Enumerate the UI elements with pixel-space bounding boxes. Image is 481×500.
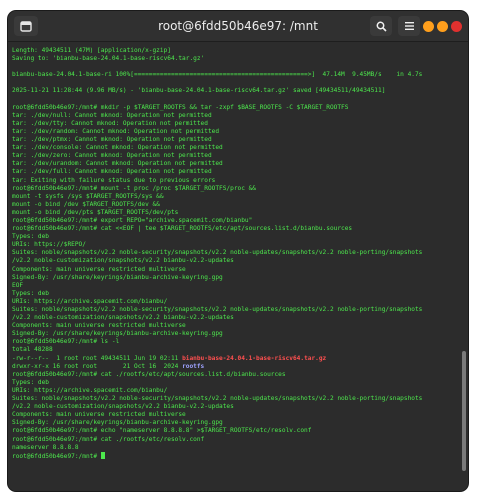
search-button[interactable] — [370, 16, 392, 36]
terminal-line: tar: ./dev/ptmx: Cannot mknod: Operation… — [12, 136, 212, 144]
terminal-line: Components: main universe restricted mul… — [12, 322, 186, 330]
title-bar[interactable]: root@6fdd50b46e97: /mnt — [8, 11, 468, 42]
terminal-line: tar: Exiting with failure status due to … — [12, 176, 216, 184]
minimize-button[interactable] — [423, 21, 434, 32]
terminal-window: root@6fdd50b46e97: /mnt Length: 49434511… — [8, 11, 468, 491]
terminal-line: Suites: noble/snapshots/v2.2 noble-secur… — [12, 249, 423, 257]
new-tab-icon — [20, 20, 32, 32]
terminal-line: tar: ./dev/full: Cannot mknod: Operation… — [12, 168, 212, 176]
prompt-line[interactable]: root@6fdd50b46e97:/mnt# — [12, 451, 458, 460]
terminal-line: mount -t sysfs /sys $TARGET_ROOTFS/sys &… — [12, 192, 164, 200]
terminal-line: Signed-By: /usr/share/keyrings/bianbu-ar… — [12, 273, 223, 281]
terminal-line: tar: ./dev/console: Cannot mknod: Operat… — [12, 144, 223, 152]
terminal-line: Length: 49434511 (47M) [application/x-gz… — [12, 47, 171, 54]
terminal-line: 2025-11-21 11:28:44 (9.96 MB/s) - 'bianb… — [12, 87, 386, 95]
hamburger-menu-icon — [404, 22, 414, 30]
terminal-line: Suites: noble/snapshots/v2.2 noble-secur… — [12, 306, 423, 313]
terminal-line: root@6fdd50b46e97:/mnt# cat <<EOF | tee … — [12, 225, 353, 233]
ls-row-filename: bianbu-base-24.04.1-base-riscv64.tar.gz — [182, 354, 327, 362]
terminal-line: root@6fdd50b46e97:/mnt# export REPO="arc… — [12, 216, 253, 224]
terminal-line: tar: ./dev/random: Cannot mknod: Operati… — [12, 127, 220, 135]
terminal-line: Components: main universe restricted mul… — [12, 411, 186, 419]
terminal-line: root@6fdd50b46e97:/mnt# cat ./rootfs/etc… — [12, 435, 205, 443]
text-cursor — [100, 451, 105, 459]
terminal-line: tar: ./dev/tty: Cannot mknod: Operation … — [12, 119, 208, 127]
terminal-line: Saving to: 'bianbu-base-24.04.1-base-ris… — [12, 55, 205, 63]
terminal-line: /v2.2 noble-customization/snapshots/v2.2… — [12, 314, 234, 322]
ls-row: -rw-r--r-- 1 root root 49434511 Jun 19 0… — [12, 355, 458, 363]
terminal-output[interactable]: Length: 49434511 (47M) [application/x-gz… — [8, 42, 468, 491]
maximize-button[interactable] — [437, 21, 448, 32]
terminal-line: tar: ./dev/null: Cannot mknod: Operation… — [12, 111, 212, 119]
terminal-line: mount -o bind /dev/pts $TARGET_ROOTFS/de… — [12, 208, 179, 216]
prompt-text: root@6fdd50b46e97:/mnt# — [12, 452, 101, 460]
terminal-line: Types: deb — [12, 289, 49, 297]
terminal-line: /v2.2 noble-customization/snapshots/v2.2… — [12, 257, 234, 265]
terminal-line: root@6fdd50b46e97:/mnt# echo "nameserver… — [12, 427, 312, 435]
terminal-line: mount -o bind /dev $TARGET_ROOTFS/dev && — [12, 200, 160, 208]
terminal-line: URIs: https://archive.spacemit.com/bianb… — [12, 386, 168, 394]
terminal-line: EOF — [12, 281, 24, 289]
terminal-line: tar: ./dev/zero: Cannot mknod: Operation… — [12, 152, 212, 160]
terminal-line: Signed-By: /usr/share/keyrings/bianbu-ar… — [12, 419, 223, 427]
terminal-line: total 48288 — [12, 346, 53, 354]
new-tab-button[interactable] — [14, 16, 38, 36]
terminal-line: root@6fdd50b46e97:/mnt# mount -t proc /p… — [12, 184, 257, 192]
terminal-line: root@6fdd50b46e97:/mnt# ls -l — [12, 338, 120, 346]
ls-row: drwxr-xr-x 16 root root 21 Oct 16 2024 r… — [12, 363, 458, 371]
terminal-line: URIs: https://archive.spacemit.com/bianb… — [12, 297, 168, 305]
scrollbar[interactable] — [462, 351, 466, 471]
ls-row-attrs: drwxr-xr-x 16 root root 21 Oct 16 2024 — [12, 362, 183, 370]
ls-row-filename: rootfs — [182, 362, 205, 370]
menu-button[interactable] — [398, 16, 420, 36]
terminal-line: root@6fdd50b46e97:/mnt# mkdir -p $TARGET… — [12, 103, 349, 111]
close-button[interactable] — [451, 21, 462, 32]
terminal-line: Components: main universe restricted mul… — [12, 265, 186, 273]
terminal-line: URIs: https://$REPO/ — [12, 241, 86, 249]
terminal-line: root@6fdd50b46e97:/mnt# cat ./rootfs/etc… — [12, 370, 286, 378]
terminal-line: nameserver 8.8.8.8 — [12, 443, 79, 451]
search-icon — [376, 21, 387, 32]
ls-row-attrs: -rw-r--r-- 1 root root 49434511 Jun 19 0… — [12, 354, 183, 362]
terminal-line: Signed-By: /usr/share/keyrings/bianbu-ar… — [12, 330, 223, 338]
terminal-line: /v2.2 noble-customization/snapshots/v2.2… — [12, 403, 234, 411]
terminal-line: tar: ./dev/urandom: Cannot mknod: Operat… — [12, 160, 223, 168]
terminal-line: Types: deb — [12, 378, 49, 386]
terminal-line: bianbu-base-24.04.1-base-ri 100%[=======… — [12, 71, 423, 79]
terminal-line: Types: deb — [12, 233, 49, 241]
terminal-line: Suites: noble/snapshots/v2.2 noble-secur… — [12, 395, 423, 403]
